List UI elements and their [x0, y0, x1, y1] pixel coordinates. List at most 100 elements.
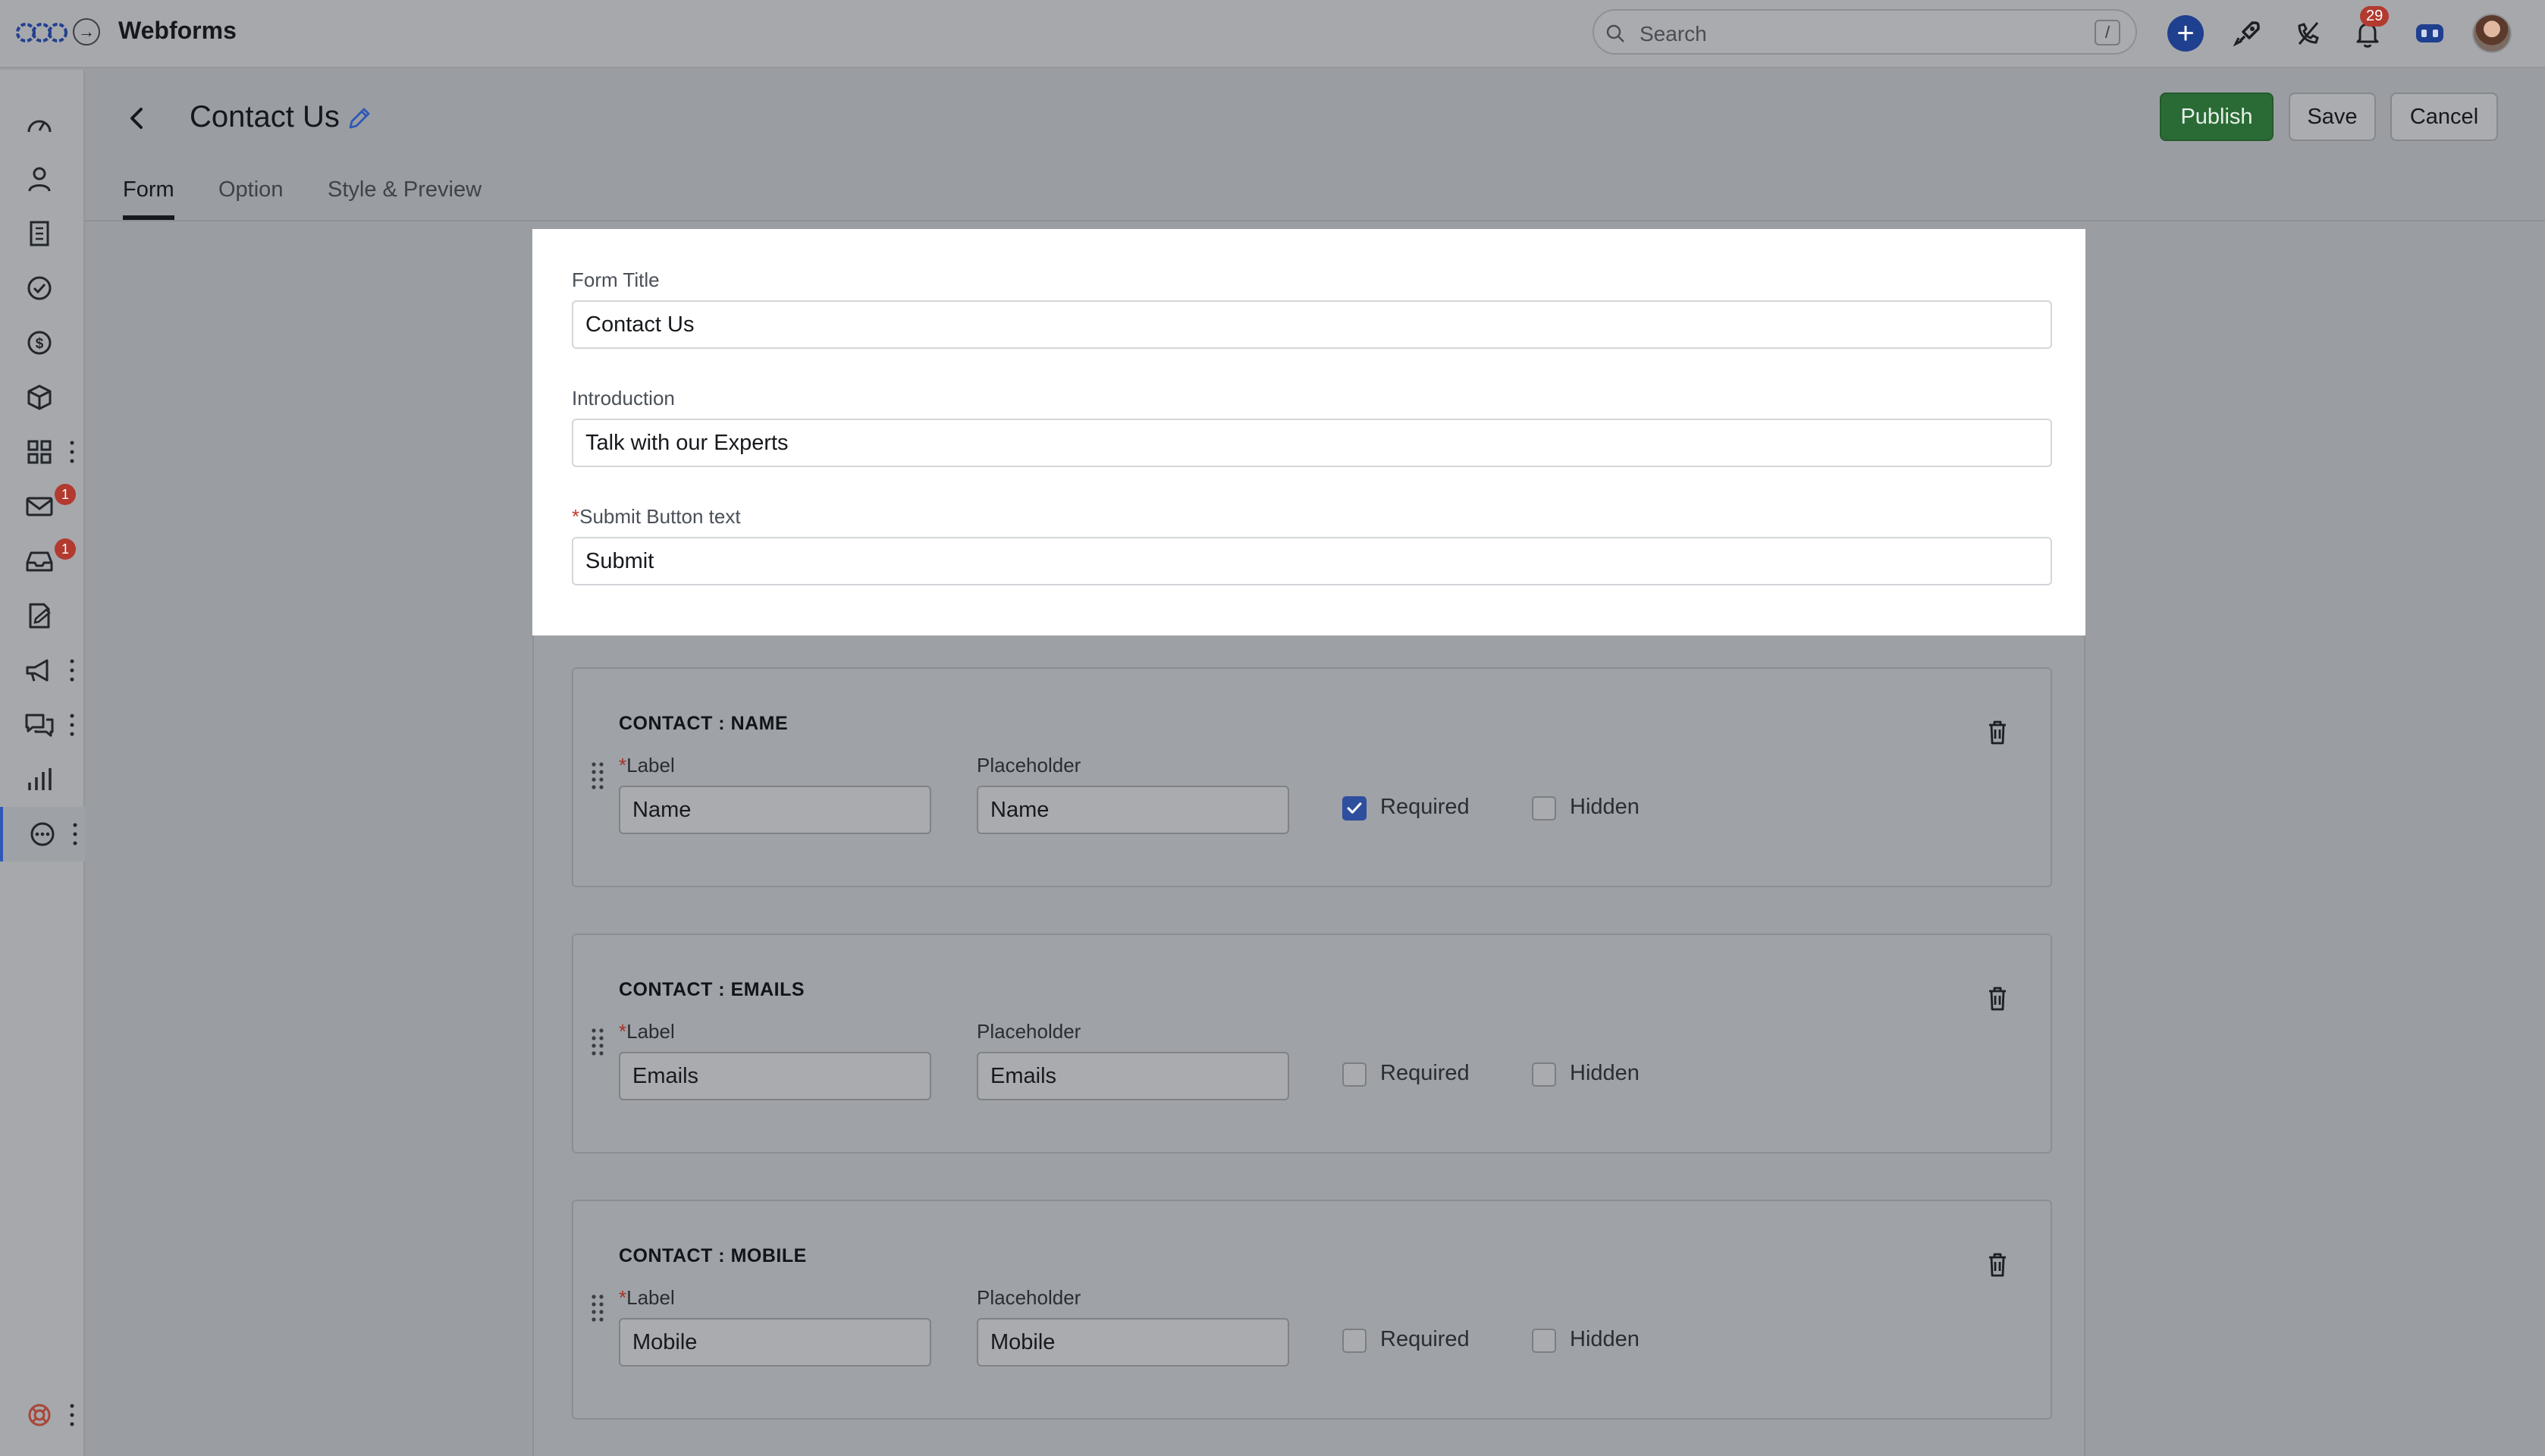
- person-icon: [28, 167, 51, 192]
- drag-handle-icon[interactable]: [588, 1292, 607, 1323]
- bar-chart-icon: [28, 768, 52, 790]
- rocket-icon[interactable]: [2230, 15, 2266, 52]
- search-input[interactable]: Search /: [1593, 9, 2137, 55]
- label-input[interactable]: Emails: [619, 1052, 931, 1100]
- sidebar-item-campaigns[interactable]: [0, 643, 85, 698]
- document-icon: [29, 603, 51, 629]
- tab-style-preview[interactable]: Style & Preview: [328, 177, 482, 220]
- hidden-checkbox[interactable]: [1532, 1329, 1556, 1353]
- search-icon: [1606, 24, 1624, 42]
- drag-handle-icon[interactable]: [588, 760, 607, 790]
- checkmark-icon: [1347, 802, 1362, 814]
- sidebar-item-conversations[interactable]: [0, 698, 85, 752]
- required-label: Required: [1380, 795, 1470, 819]
- required-checkbox[interactable]: [1342, 796, 1367, 821]
- field-card-title: CONTACT : NAME: [619, 713, 789, 734]
- more-options-icon[interactable]: [67, 438, 77, 466]
- field-card-emails: CONTACT : EMAILS *Label Emails Placehold…: [572, 934, 2052, 1153]
- more-options-icon[interactable]: [67, 711, 77, 739]
- hidden-label: Hidden: [1570, 1061, 1640, 1085]
- inbox-icon: [26, 551, 53, 572]
- label-input[interactable]: Name: [619, 786, 931, 834]
- label-caption: *Label: [619, 1286, 675, 1310]
- placeholder-input[interactable]: Mobile: [977, 1318, 1289, 1367]
- app-title: Webforms: [118, 17, 237, 44]
- trash-icon[interactable]: [1985, 1251, 2010, 1279]
- sidebar-item-products[interactable]: [0, 370, 85, 425]
- apps-icon: [27, 440, 52, 464]
- sidebar-item-tasks[interactable]: [0, 261, 85, 315]
- trash-icon[interactable]: [1985, 719, 2010, 746]
- tab-form[interactable]: Form: [123, 177, 174, 220]
- sidebar-item-deals[interactable]: $: [0, 315, 85, 370]
- field-card-title: CONTACT : EMAILS: [619, 979, 805, 1000]
- introduction-input[interactable]: Talk with our Experts: [572, 419, 2052, 467]
- label-caption: *Label: [619, 1020, 675, 1043]
- publish-button[interactable]: Publish: [2160, 93, 2274, 141]
- quick-add-plus-icon[interactable]: +: [2167, 15, 2204, 52]
- app-logo-icon[interactable]: [15, 17, 68, 49]
- submit-button-text-caption: Submit Button text: [579, 505, 741, 528]
- top-bar: → Webforms Search / + 29: [0, 0, 2545, 68]
- required-asterisk: *: [619, 1286, 627, 1309]
- mail-unread-badge: 1: [55, 484, 76, 505]
- introduction-label: Introduction: [572, 387, 675, 410]
- sidebar: $ 1 1: [0, 70, 85, 1456]
- placeholder-input[interactable]: Emails: [977, 1052, 1289, 1100]
- assistant-bot-icon[interactable]: [2412, 15, 2448, 52]
- back-arrow-icon[interactable]: [121, 103, 152, 133]
- edit-pencil-icon[interactable]: [346, 106, 372, 132]
- required-label: Required: [1380, 1061, 1470, 1085]
- tab-option[interactable]: Option: [218, 177, 283, 220]
- cancel-button[interactable]: Cancel: [2390, 93, 2498, 141]
- save-button[interactable]: Save: [2289, 93, 2376, 141]
- box-icon: [27, 384, 52, 410]
- more-options-icon[interactable]: [67, 1401, 77, 1429]
- label-input[interactable]: Mobile: [619, 1318, 931, 1367]
- placeholder-caption: Placeholder: [977, 754, 1081, 777]
- required-asterisk: *: [572, 505, 580, 528]
- more-options-icon[interactable]: [70, 821, 80, 848]
- submit-button-text-label: *Submit Button text: [572, 505, 741, 529]
- sidebar-item-documents[interactable]: [0, 588, 85, 643]
- required-label: Required: [1380, 1327, 1470, 1351]
- form-title-label: Form Title: [572, 268, 660, 291]
- sidebar-item-contacts[interactable]: [0, 152, 85, 206]
- form-title-input[interactable]: Contact Us: [572, 300, 2052, 349]
- required-checkbox[interactable]: [1342, 1329, 1367, 1353]
- placeholder-input[interactable]: Name: [977, 786, 1289, 834]
- field-card-mobile: CONTACT : MOBILE *Label Mobile Placehold…: [572, 1200, 2052, 1420]
- sidebar-item-reports[interactable]: [0, 752, 85, 807]
- dollar-icon: $: [27, 331, 52, 355]
- mail-icon: [26, 497, 53, 516]
- more-options-icon[interactable]: [67, 657, 77, 684]
- sidebar-item-help[interactable]: [0, 1388, 85, 1442]
- field-card-title: CONTACT : MOBILE: [619, 1245, 807, 1266]
- sidebar-item-dashboard[interactable]: [0, 97, 85, 152]
- search-shortcut-key: /: [2095, 20, 2120, 46]
- hidden-checkbox[interactable]: [1532, 1062, 1556, 1087]
- hidden-label: Hidden: [1570, 1327, 1640, 1351]
- submit-button-text-input[interactable]: Submit: [572, 537, 2052, 585]
- expand-sidebar-icon[interactable]: →: [73, 18, 100, 46]
- sidebar-item-apps[interactable]: [0, 425, 85, 479]
- required-checkbox[interactable]: [1342, 1062, 1367, 1087]
- required-asterisk: *: [619, 754, 627, 777]
- hidden-checkbox[interactable]: [1532, 796, 1556, 821]
- dashboard-icon: [27, 120, 52, 133]
- svg-text:$: $: [36, 336, 44, 352]
- field-card-name: CONTACT : NAME *Label Name Placeholder N…: [572, 667, 2052, 887]
- more-circle-icon: [30, 822, 55, 846]
- user-avatar[interactable]: [2472, 14, 2512, 53]
- trash-icon[interactable]: [1985, 985, 2010, 1012]
- check-circle-icon: [27, 276, 52, 300]
- phone-disabled-icon[interactable]: [2290, 15, 2327, 52]
- drag-handle-icon[interactable]: [588, 1026, 607, 1056]
- help-lifebuoy-icon: [28, 1404, 51, 1426]
- sidebar-item-mail[interactable]: 1: [0, 479, 85, 534]
- sidebar-item-accounts[interactable]: [0, 206, 85, 261]
- placeholder-caption: Placeholder: [977, 1286, 1081, 1309]
- sidebar-item-more[interactable]: [0, 807, 85, 861]
- form-settings-card: Form Title Contact Us Introduction Talk …: [532, 229, 2085, 635]
- sidebar-item-inbox[interactable]: 1: [0, 534, 85, 588]
